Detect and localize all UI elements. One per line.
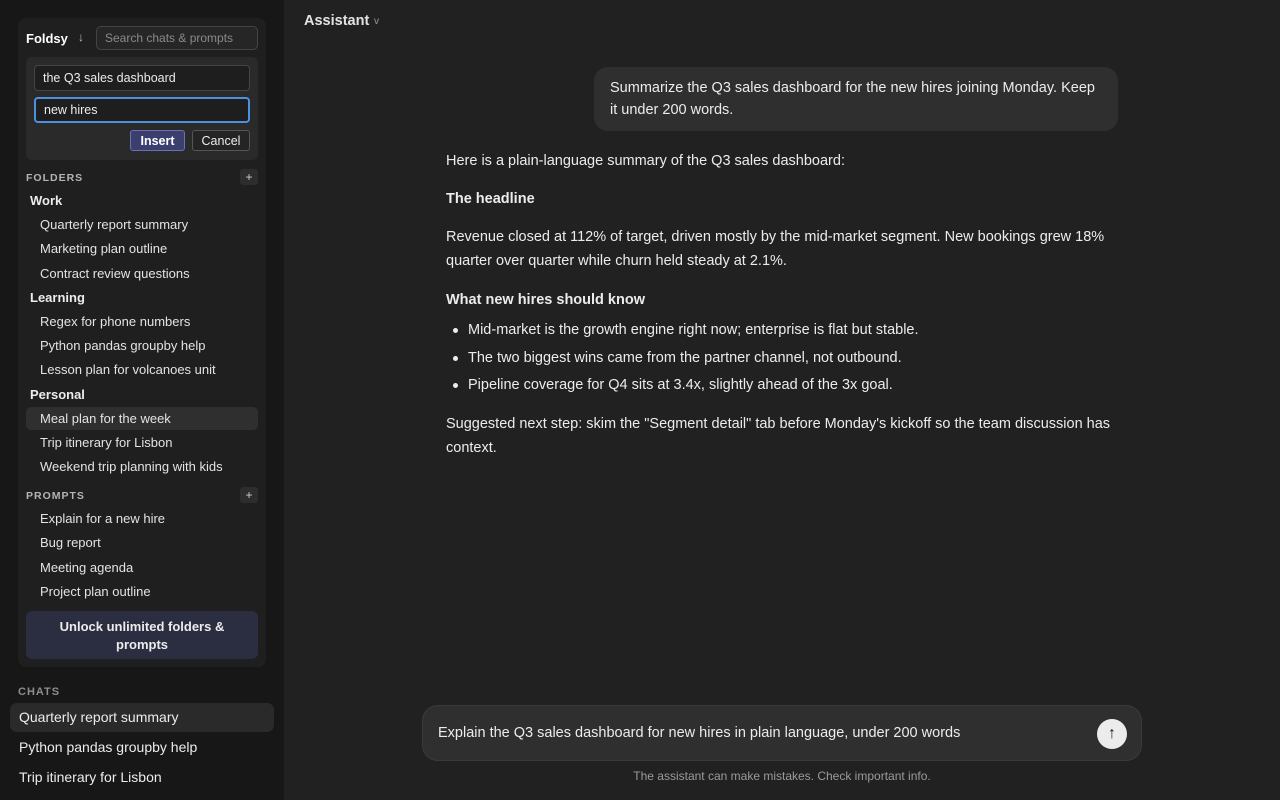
variable-input-2[interactable] <box>34 97 250 123</box>
model-selector[interactable]: Assistant <box>304 13 369 29</box>
foldsy-brand: Foldsy <box>26 31 68 46</box>
answer-intro: Here is a plain-language summary of the … <box>446 153 845 169</box>
foldsy-panel: Foldsy ↓ Insert Cancel FOLDERS + Work Qu… <box>18 18 266 667</box>
variable-fill-box: Insert Cancel <box>26 57 258 160</box>
folder-personal[interactable]: Personal <box>30 387 85 402</box>
answer-next-step: Suggested next step: skim the "Segment d… <box>446 416 1111 456</box>
composer-input[interactable]: Explain the Q3 sales dashboard for new h… <box>438 725 960 741</box>
sort-icon[interactable]: ↓ <box>78 30 84 44</box>
list-item: Mid-market is the growth engine right no… <box>446 318 1126 346</box>
unlock-button[interactable]: Unlock unlimited folders & prompts <box>26 611 258 659</box>
answer-heading-headline: The headline <box>446 191 535 207</box>
sidebar: Foldsy ↓ Insert Cancel FOLDERS + Work Qu… <box>0 0 284 800</box>
folder-item[interactable]: Trip itinerary for Lisbon <box>26 431 258 454</box>
chat-item-active[interactable]: Quarterly report summary <box>10 703 274 732</box>
chats-label: CHATS <box>18 686 61 698</box>
folder-item[interactable]: Regex for phone numbers <box>26 310 258 333</box>
user-message: Summarize the Q3 sales dashboard for the… <box>594 67 1118 131</box>
answer-heading-know: What new hires should know <box>446 292 645 308</box>
answer-bullet-list: Mid-market is the growth engine right no… <box>446 318 1126 401</box>
folder-work[interactable]: Work <box>30 193 62 208</box>
search-input[interactable] <box>96 26 258 50</box>
add-prompt-button[interactable]: + <box>240 487 258 503</box>
message-composer[interactable]: Explain the Q3 sales dashboard for new h… <box>422 705 1142 761</box>
folders-label: FOLDERS <box>26 172 84 184</box>
prompt-item[interactable]: Meeting agenda <box>26 556 258 579</box>
answer-headline-text: Revenue closed at 112% of target, driven… <box>446 229 1105 269</box>
foldsy-header: Foldsy ↓ <box>26 26 258 50</box>
folder-item[interactable]: Python pandas groupby help <box>26 334 258 357</box>
folder-item[interactable]: Marketing plan outline <box>26 237 258 260</box>
add-folder-button[interactable]: + <box>240 169 258 185</box>
prompt-item[interactable]: Explain for a new hire <box>26 507 258 530</box>
insert-button[interactable]: Insert <box>130 130 185 151</box>
folder-learning[interactable]: Learning <box>30 290 85 305</box>
folder-item-active[interactable]: Meal plan for the week <box>26 407 258 430</box>
chat-item[interactable]: Python pandas groupby help <box>10 733 274 762</box>
variable-input-1[interactable] <box>34 65 250 91</box>
cancel-button[interactable]: Cancel <box>192 130 250 151</box>
prompt-item[interactable]: Bug report <box>26 531 258 554</box>
folder-item[interactable]: Quarterly report summary <box>26 213 258 236</box>
folder-item[interactable]: Weekend trip planning with kids <box>26 455 258 478</box>
disclaimer: The assistant can make mistakes. Check i… <box>633 769 931 783</box>
folder-item[interactable]: Lesson plan for volcanoes unit <box>26 358 258 381</box>
prompt-item[interactable]: Project plan outline <box>26 580 258 603</box>
prompts-label: PROMPTS <box>26 490 85 502</box>
send-icon[interactable]: ↑ <box>1097 719 1127 749</box>
list-item: Pipeline coverage for Q4 sits at 3.4x, s… <box>446 373 1126 401</box>
folder-item[interactable]: Contract review questions <box>26 262 258 285</box>
chat-item[interactable]: Trip itinerary for Lisbon <box>10 763 274 792</box>
list-item: The two biggest wins came from the partn… <box>446 346 1126 374</box>
chevron-down-icon[interactable]: v <box>374 16 379 27</box>
